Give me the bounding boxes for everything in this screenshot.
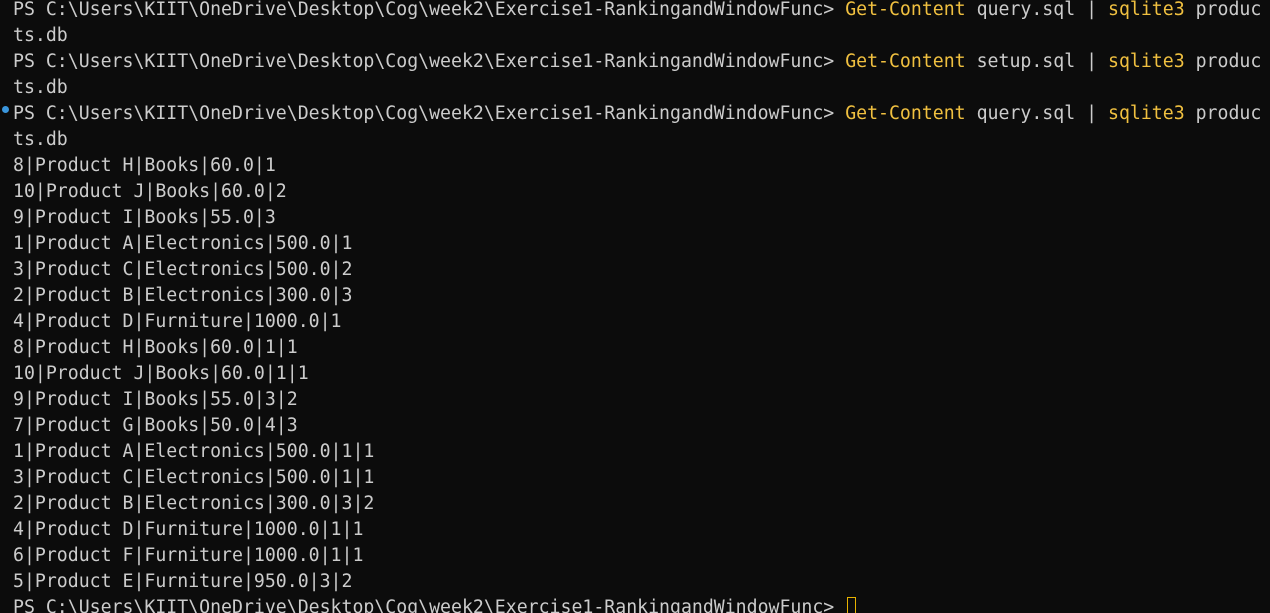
output-row: 3|Product C|Electronics|500.0|2	[13, 259, 353, 280]
pipe-symbol: |	[1086, 51, 1108, 72]
command-marker-icon	[2, 106, 9, 113]
command-arg: produc	[1184, 51, 1262, 72]
pipe-symbol: |	[1086, 103, 1108, 124]
output-row: 1|Product A|Electronics|500.0|1|1	[13, 441, 375, 462]
command-line-wrap: ts.db	[13, 129, 68, 150]
output-row: 7|Product G|Books|50.0|4|3	[13, 415, 298, 436]
output-row: 9|Product I|Books|55.0|3|2	[13, 389, 298, 410]
command-arg: produc	[1184, 0, 1262, 20]
output-row: 10|Product J|Books|60.0|2	[13, 181, 287, 202]
command-name: Get-Content	[845, 0, 966, 20]
output-row: 8|Product H|Books|60.0|1|1	[13, 337, 298, 358]
output-row: 5|Product E|Furniture|950.0|3|2	[13, 571, 353, 592]
command-arg: query.sql	[965, 0, 1087, 20]
prompt: PS C:\Users\KIIT\OneDrive\Desktop\Cog\we…	[13, 103, 846, 124]
output-row: 4|Product D|Furniture|1000.0|1|1	[13, 519, 364, 540]
output-row: 2|Product B|Electronics|300.0|3	[13, 285, 353, 306]
command-arg: produc	[1184, 103, 1262, 124]
command-arg: query.sql	[965, 103, 1087, 124]
output-row: 4|Product D|Furniture|1000.0|1	[13, 311, 342, 332]
output-row: 2|Product B|Electronics|300.0|3|2	[13, 493, 375, 514]
command-name: Get-Content	[845, 103, 966, 124]
command-name: sqlite3	[1108, 51, 1185, 72]
command-name: Get-Content	[845, 51, 966, 72]
prompt: PS C:\Users\KIIT\OneDrive\Desktop\Cog\we…	[13, 0, 846, 20]
prompt: PS C:\Users\KIIT\OneDrive\Desktop\Cog\we…	[13, 51, 846, 72]
terminal-output: PS C:\Users\KIIT\OneDrive\Desktop\Cog\we…	[13, 0, 1270, 613]
active-prompt-line[interactable]: PS C:\Users\KIIT\OneDrive\Desktop\Cog\we…	[13, 595, 1270, 613]
command-name: sqlite3	[1108, 103, 1185, 124]
command-line-wrap: ts.db	[13, 77, 68, 98]
pipe-symbol: |	[1086, 0, 1108, 20]
output-row: 3|Product C|Electronics|500.0|1|1	[13, 467, 375, 488]
terminal-window[interactable]: PS C:\Users\KIIT\OneDrive\Desktop\Cog\we…	[0, 0, 1270, 613]
output-row: 10|Product J|Books|60.0|1|1	[13, 363, 309, 384]
text-cursor	[847, 597, 857, 613]
command-line: PS C:\Users\KIIT\OneDrive\Desktop\Cog\we…	[13, 0, 1270, 23]
prompt: PS C:\Users\KIIT\OneDrive\Desktop\Cog\we…	[13, 597, 846, 613]
command-line-wrap: ts.db	[13, 25, 68, 46]
output-row: 9|Product I|Books|55.0|3	[13, 207, 276, 228]
output-row: 8|Product H|Books|60.0|1	[13, 155, 276, 176]
output-row: 6|Product F|Furniture|1000.0|1|1	[13, 545, 364, 566]
command-line: PS C:\Users\KIIT\OneDrive\Desktop\Cog\we…	[13, 49, 1270, 75]
output-row: 1|Product A|Electronics|500.0|1	[13, 233, 353, 254]
command-name: sqlite3	[1108, 0, 1185, 20]
command-arg: setup.sql	[965, 51, 1087, 72]
command-line: PS C:\Users\KIIT\OneDrive\Desktop\Cog\we…	[13, 101, 1270, 127]
